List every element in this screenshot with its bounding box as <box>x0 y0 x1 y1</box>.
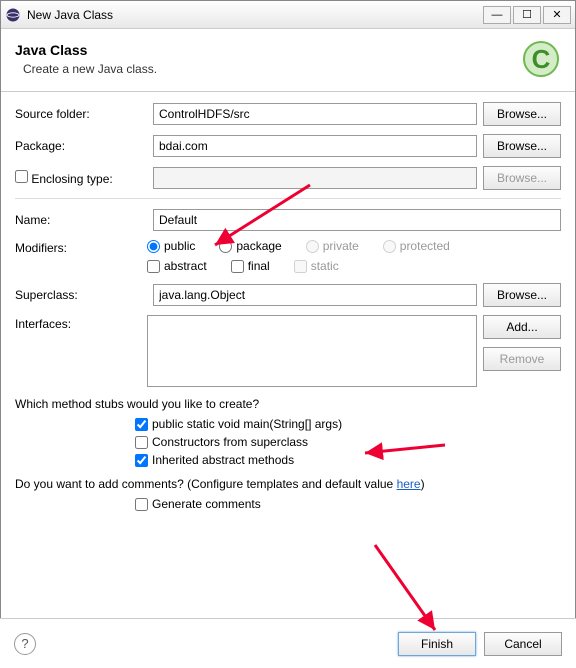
browse-package-button[interactable]: Browse... <box>483 134 561 158</box>
finish-button[interactable]: Finish <box>398 632 476 656</box>
window-title: New Java Class <box>27 8 483 22</box>
class-icon: C <box>521 39 561 79</box>
minimize-button[interactable]: — <box>483 6 511 24</box>
title-bar: New Java Class — ☐ ✕ <box>1 1 575 29</box>
maximize-button[interactable]: ☐ <box>513 6 541 24</box>
name-input[interactable] <box>153 209 561 231</box>
header-subtitle: Create a new Java class. <box>23 62 521 76</box>
browse-superclass-button[interactable]: Browse... <box>483 283 561 307</box>
package-input[interactable] <box>153 135 477 157</box>
modifier-abstract[interactable]: abstract <box>147 259 207 273</box>
stubs-question: Which method stubs would you like to cre… <box>15 397 561 411</box>
generate-comments[interactable]: Generate comments <box>135 497 561 511</box>
enclosing-type-input <box>153 167 477 189</box>
browse-enclosing-button: Browse... <box>483 166 561 190</box>
source-folder-input[interactable] <box>153 103 477 125</box>
modifier-static: static <box>294 259 339 273</box>
svg-text:C: C <box>532 44 551 74</box>
dialog-header: Java Class Create a new Java class. C <box>1 29 575 92</box>
modifier-public[interactable]: public <box>147 239 195 253</box>
package-label: Package: <box>15 139 147 153</box>
eclipse-icon <box>5 7 21 23</box>
comments-question: Do you want to add comments? (Configure … <box>15 477 561 491</box>
modifier-protected: protected <box>383 239 450 253</box>
stub-constructors[interactable]: Constructors from superclass <box>135 435 561 449</box>
enclosing-type-check[interactable]: Enclosing type: <box>15 172 113 186</box>
name-label: Name: <box>15 213 147 227</box>
close-button[interactable]: ✕ <box>543 6 571 24</box>
source-folder-label: Source folder: <box>15 107 147 121</box>
browse-source-button[interactable]: Browse... <box>483 102 561 126</box>
cancel-button[interactable]: Cancel <box>484 632 562 656</box>
stub-inherited[interactable]: Inherited abstract methods <box>135 453 561 467</box>
modifiers-label: Modifiers: <box>15 239 147 255</box>
configure-link[interactable]: here <box>397 477 421 491</box>
dialog-footer: ? Finish Cancel <box>0 618 576 668</box>
remove-interface-button: Remove <box>483 347 561 371</box>
superclass-input[interactable] <box>153 284 477 306</box>
modifier-private: private <box>306 239 359 253</box>
modifier-package[interactable]: package <box>219 239 281 253</box>
stub-main[interactable]: public static void main(String[] args) <box>135 417 561 431</box>
interfaces-label: Interfaces: <box>15 315 147 331</box>
help-button[interactable]: ? <box>14 633 36 655</box>
interfaces-list[interactable] <box>147 315 477 387</box>
add-interface-button[interactable]: Add... <box>483 315 561 339</box>
modifier-final[interactable]: final <box>231 259 270 273</box>
superclass-label: Superclass: <box>15 288 147 302</box>
header-title: Java Class <box>15 42 521 58</box>
